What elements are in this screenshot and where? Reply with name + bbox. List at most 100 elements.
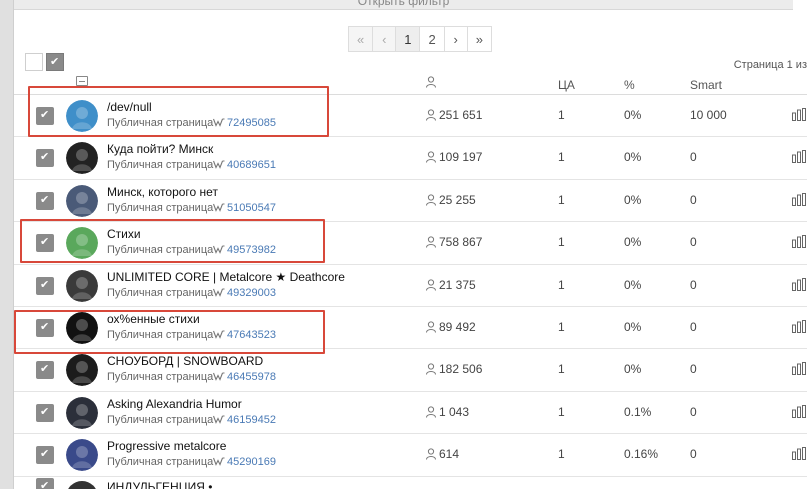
- vk-icon: [213, 330, 225, 339]
- table-row: Куда пойти? Минск Публичная страница 406…: [14, 137, 807, 180]
- subscribers-count: 109 197: [439, 150, 483, 165]
- row-checkbox[interactable]: [36, 318, 54, 337]
- smart-value: 0: [690, 447, 697, 462]
- select-all-checkbox[interactable]: [46, 53, 64, 71]
- pagination-button[interactable]: »: [466, 26, 492, 52]
- pagination-button[interactable]: «: [348, 26, 374, 52]
- community-name[interactable]: Progressive metalcore: [107, 439, 226, 453]
- stats-bars-icon[interactable]: [792, 108, 806, 121]
- pct-value: 0%: [624, 277, 642, 292]
- community-type: Публичная страница: [107, 117, 214, 129]
- subscribers-count: 21 375: [439, 277, 476, 292]
- community-name[interactable]: UNLIMITED CORE | Metalcore ★ Deathcore: [107, 270, 345, 284]
- subscribers-count: 758 867: [439, 235, 483, 250]
- community-name[interactable]: Минск, которого нет: [107, 185, 218, 199]
- community-id-link[interactable]: 45290169: [227, 456, 276, 468]
- column-smart-header[interactable]: Smart: [690, 78, 722, 92]
- community-id-link[interactable]: 72495085: [227, 117, 276, 129]
- community-avatar[interactable]: [66, 439, 98, 472]
- community-type: Публичная страница: [107, 413, 214, 426]
- ca-value: 1: [558, 235, 565, 250]
- subscribers-icon: [426, 151, 436, 164]
- vk-icon: [213, 203, 225, 212]
- community-id-link[interactable]: 49329003: [227, 287, 276, 299]
- vk-icon: [213, 457, 225, 466]
- pct-value: 0%: [624, 192, 642, 207]
- community-name[interactable]: СНОУБОРД | SNOWBOARD: [107, 354, 263, 368]
- community-avatar[interactable]: [66, 100, 98, 132]
- subscribers-count: 89 492: [439, 319, 476, 334]
- stats-bars-icon[interactable]: [792, 362, 806, 376]
- table-row: Asking Alexandria Humor Публичная страни…: [14, 392, 807, 435]
- community-type: Публичная страница: [107, 371, 214, 384]
- stats-bars-icon[interactable]: [792, 404, 806, 418]
- community-type: Публичная страница: [107, 456, 214, 469]
- community-name[interactable]: Стихи: [107, 227, 141, 241]
- community-id-link[interactable]: 46455978: [227, 371, 276, 383]
- subscribers-count: 25 255: [439, 192, 476, 207]
- community-name[interactable]: Asking Alexandria Humor: [107, 397, 242, 411]
- table-row: Стихи Публичная страница 49573982 758 86…: [14, 222, 807, 265]
- stats-bars-icon[interactable]: [792, 319, 806, 333]
- row-checkbox[interactable]: [36, 446, 54, 465]
- community-avatar[interactable]: [66, 311, 98, 344]
- users-column-icon: [426, 76, 436, 88]
- subscribers-icon: [426, 194, 436, 206]
- row-checkbox[interactable]: [36, 149, 54, 168]
- pagination-button[interactable]: 2: [419, 26, 445, 52]
- community-id-link[interactable]: 47643523: [227, 329, 276, 341]
- ca-value: 1: [558, 192, 565, 207]
- community-avatar[interactable]: [66, 396, 98, 429]
- pagination-button[interactable]: ›: [443, 26, 468, 52]
- community-name[interactable]: /dev/null: [107, 100, 152, 114]
- community-id-link[interactable]: 40689651: [227, 159, 276, 171]
- community-avatar[interactable]: [66, 227, 98, 260]
- table-row: ох%енные стихи Публичная страница 476435…: [14, 307, 807, 350]
- pct-value: 0%: [624, 150, 642, 165]
- vk-icon: [213, 118, 225, 127]
- filter-toggle-bar[interactable]: Открыть фильтр: [14, 0, 793, 10]
- community-avatar[interactable]: [66, 142, 98, 175]
- community-id-link[interactable]: 49573982: [227, 244, 276, 256]
- community-name[interactable]: ох%енные стихи: [107, 312, 200, 326]
- ca-value: 1: [558, 108, 565, 122]
- pagination: «‹ 1 2 ›»: [348, 26, 492, 52]
- partial-next-row: ИНДУЛЬГЕНЦИЯ •: [14, 476, 807, 489]
- column-pct-header[interactable]: %: [624, 78, 635, 92]
- vk-icon: [213, 245, 225, 255]
- row-checkbox[interactable]: [36, 361, 54, 380]
- smart-value: 0: [690, 150, 697, 165]
- row-checkbox[interactable]: [36, 403, 54, 422]
- row-checkbox[interactable]: [36, 276, 54, 295]
- community-avatar[interactable]: [66, 269, 98, 302]
- pagination-button[interactable]: 1: [395, 26, 421, 52]
- filter-toggle-label[interactable]: Открыть фильтр: [14, 0, 793, 8]
- row-checkbox[interactable]: [36, 234, 54, 253]
- community-avatar[interactable]: [66, 354, 98, 387]
- community-id-link[interactable]: 46159452: [227, 414, 276, 426]
- stats-bars-icon[interactable]: [792, 447, 806, 461]
- ca-value: 1: [558, 404, 565, 419]
- row-checkbox[interactable]: [36, 191, 54, 210]
- stats-bars-icon[interactable]: [792, 192, 806, 206]
- community-type: Публичная страница: [107, 328, 214, 341]
- pct-value: 0%: [624, 362, 642, 377]
- select-none-checkbox[interactable]: [25, 53, 43, 71]
- stats-bars-icon[interactable]: [792, 150, 806, 164]
- community-avatar[interactable]: [66, 184, 98, 217]
- community-name[interactable]: Куда пойти? Минск: [107, 142, 213, 156]
- stats-bars-icon[interactable]: [792, 277, 806, 291]
- table-row: UNLIMITED CORE | Metalcore ★ Deathcore П…: [14, 265, 807, 307]
- smart-value: 0: [690, 277, 697, 292]
- vk-icon: [213, 372, 225, 382]
- row-checkbox[interactable]: [36, 107, 54, 125]
- page-info: Страница 1 из: [733, 59, 807, 71]
- community-list: /dev/null Публичная страница 72495085 25…: [14, 95, 807, 477]
- community-id-link[interactable]: 51050547: [227, 202, 276, 214]
- stats-bars-icon[interactable]: [792, 235, 806, 249]
- column-ca-header[interactable]: ЦА: [558, 78, 575, 92]
- subscribers-icon: [426, 321, 436, 333]
- pagination-button[interactable]: ‹: [372, 26, 397, 52]
- subscribers-icon: [426, 448, 436, 460]
- ca-value: 1: [558, 447, 565, 462]
